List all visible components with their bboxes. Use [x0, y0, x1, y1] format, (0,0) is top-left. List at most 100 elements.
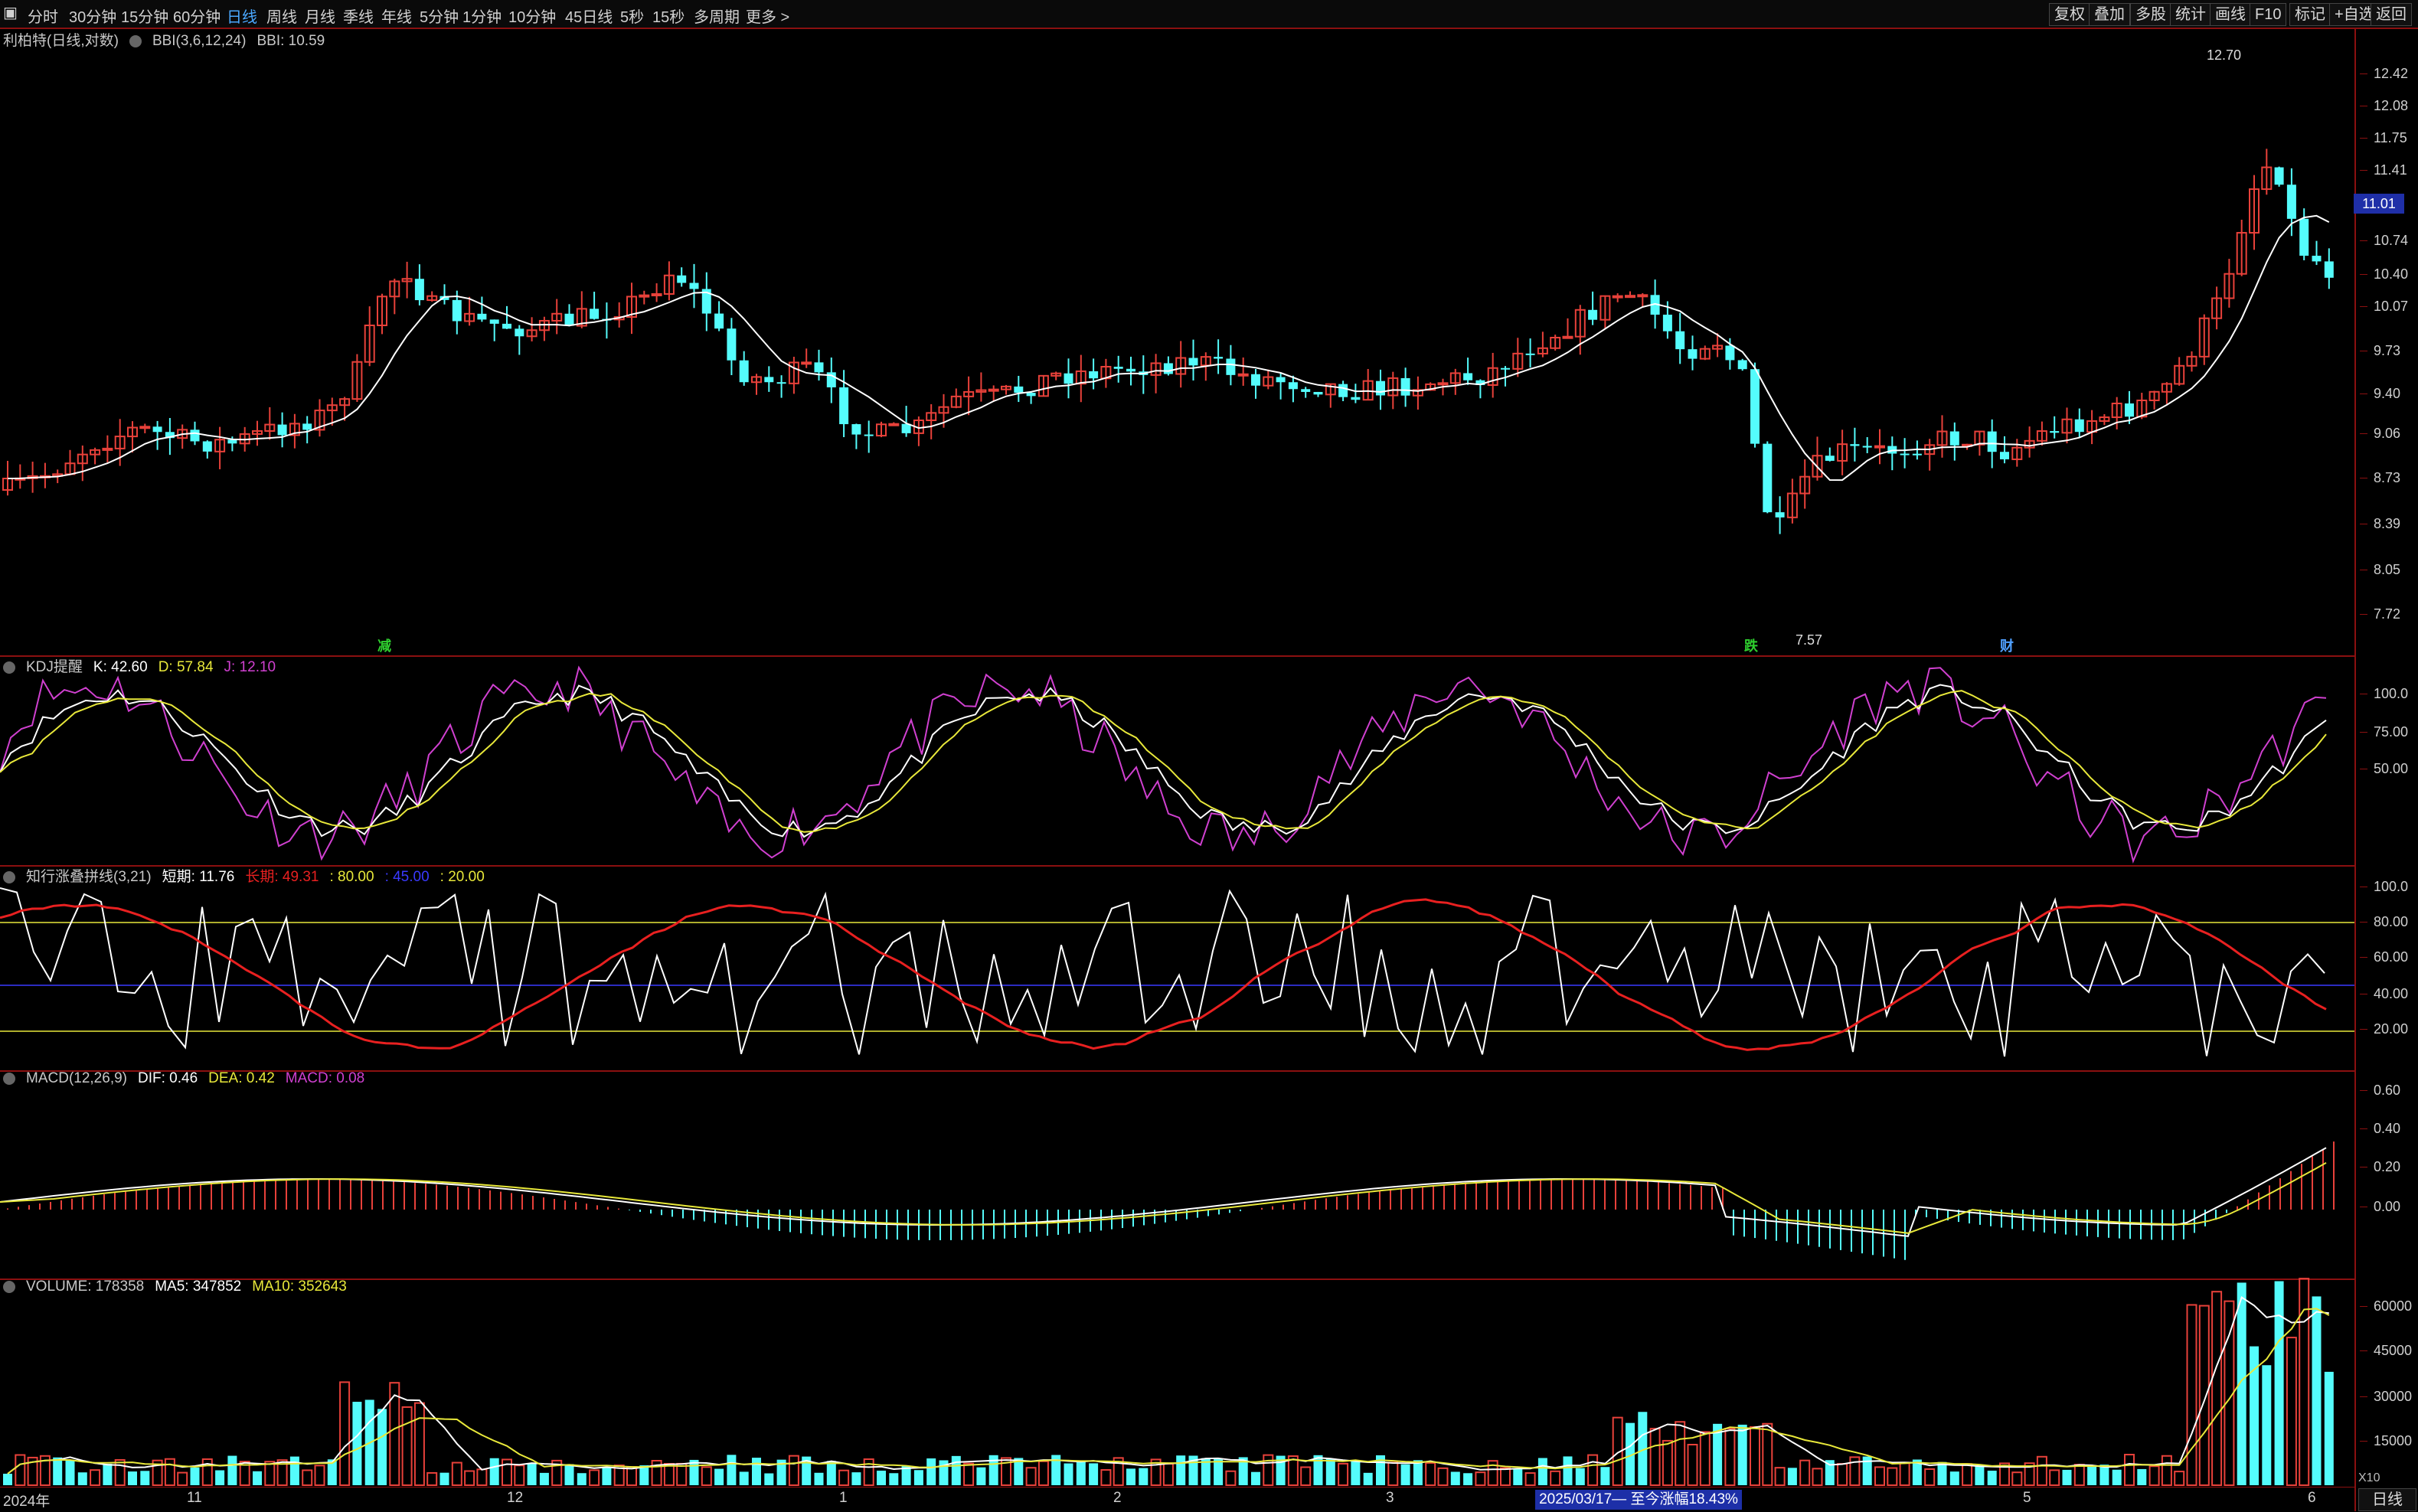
volume-bar: [1500, 1467, 1511, 1487]
candle: [651, 293, 662, 297]
volume-bar: [1351, 1461, 1361, 1485]
axis-tick: 8.73: [2359, 470, 2401, 485]
volume-bar: [2211, 1291, 2223, 1486]
axis-tick: 9.40: [2359, 386, 2401, 401]
candle: [1562, 335, 1573, 339]
volume-bar: [1251, 1471, 1260, 1485]
volume-bar: [90, 1469, 101, 1486]
marker-finance[interactable]: 财: [2000, 635, 2014, 655]
marker-reduce[interactable]: 减: [377, 635, 391, 655]
volume-bar: [1524, 1472, 1536, 1486]
volume-bar: [1887, 1467, 1898, 1486]
candle: [1525, 353, 1535, 355]
volume-bar: [1450, 1471, 1460, 1485]
date-label: 12: [507, 1490, 524, 1506]
volume-bar: [140, 1471, 150, 1485]
volume-bar: [2087, 1465, 2097, 1485]
candle: [227, 439, 237, 444]
candle: [2050, 431, 2060, 433]
candle: [1662, 315, 1672, 331]
candle: [489, 319, 499, 324]
candle: [1226, 358, 1236, 375]
current-price-tag: 11.01: [2354, 194, 2404, 214]
candle: [2074, 419, 2084, 433]
candle: [1737, 360, 1747, 370]
volume-bar: [851, 1472, 861, 1485]
volume-bar: [1089, 1463, 1099, 1485]
candle: [1588, 309, 1598, 320]
volume-bar: [752, 1458, 761, 1485]
volume-bar: [1400, 1464, 1410, 1485]
axis-tick: 60000: [2359, 1298, 2413, 1314]
candle: [2286, 185, 2296, 219]
candle: [202, 441, 212, 452]
axis-tick: 7.72: [2359, 606, 2401, 622]
volume-bar: [2286, 1337, 2297, 1487]
volume-bar: [1649, 1428, 1661, 1486]
candle: [1463, 373, 1473, 380]
volume-bar: [1962, 1463, 1973, 1487]
volume-bar: [1387, 1461, 1399, 1487]
volume-bar: [1025, 1467, 1037, 1487]
volume-bar: [502, 1458, 512, 1487]
candle: [1064, 373, 1073, 384]
volume-bar: [963, 1462, 975, 1486]
volume-bar: [1600, 1467, 1610, 1485]
volume-bar: [401, 1406, 413, 1486]
date-range-box[interactable]: 2025/03/17— 至今涨幅18.43%: [1535, 1490, 1742, 1510]
period-label[interactable]: 日线: [2358, 1488, 2416, 1511]
volume-bar: [377, 1409, 387, 1485]
low-price-label: 7.57: [1796, 632, 1823, 648]
volume-bar: [264, 1461, 276, 1486]
candle: [139, 426, 151, 429]
volume-bar: [1787, 1468, 1797, 1485]
kdj-j-line: [0, 665, 2327, 864]
high-price-label: 12.70: [2207, 47, 2242, 63]
volume-bar: [814, 1472, 824, 1485]
volume-bar: [2049, 1469, 2060, 1486]
candle: [1214, 357, 1224, 359]
volume-bar: [577, 1473, 587, 1485]
volume-bar: [289, 1456, 299, 1485]
volume-bar: [77, 1472, 87, 1485]
candle: [1862, 446, 1872, 448]
marker-fall[interactable]: 跌: [1744, 635, 1758, 655]
volume-bar: [2148, 1465, 2160, 1486]
candle: [1987, 431, 1997, 452]
volume-bar: [1737, 1424, 1747, 1485]
candle: [689, 282, 699, 289]
axis-tick: 8.05: [2359, 562, 2401, 577]
volume-bar: [1363, 1472, 1373, 1485]
volume-bar: [1724, 1428, 1736, 1486]
volume-bar: [489, 1458, 499, 1485]
volume-bar: [464, 1470, 475, 1486]
volume-bar: [889, 1473, 899, 1485]
toolbar-button-8[interactable]: 返回: [2371, 3, 2412, 26]
candle: [590, 309, 600, 319]
volume-bar: [2137, 1468, 2147, 1485]
volume-bar: [2099, 1465, 2109, 1485]
chart-canvas[interactable]: [0, 0, 2354, 1487]
axis-tick: 0.60: [2359, 1083, 2401, 1098]
volume-bar: [1949, 1471, 1959, 1485]
volume-bar: [1100, 1469, 1112, 1486]
volume-unit: X10: [2358, 1471, 2380, 1484]
volume-bar: [1537, 1458, 1547, 1485]
date-label: 1: [839, 1490, 848, 1506]
volume-bar: [2011, 1471, 2023, 1486]
volume-bar: [2274, 1281, 2284, 1485]
volume-bar: [926, 1458, 936, 1485]
axis-tick: 75.00: [2359, 724, 2409, 740]
volume-bar: [451, 1461, 462, 1486]
volume-bar: [1513, 1468, 1523, 1485]
axis-tick: 0.20: [2359, 1159, 2401, 1174]
volume-bar: [2174, 1471, 2185, 1486]
volume-bar: [1126, 1468, 1135, 1485]
candle: [2324, 261, 2334, 278]
volume-bar: [1662, 1439, 1673, 1487]
volume-bar: [1837, 1463, 1848, 1486]
candle: [776, 382, 786, 384]
volume-bar: [103, 1464, 113, 1485]
candle: [764, 377, 774, 383]
volume-bar: [951, 1455, 961, 1485]
